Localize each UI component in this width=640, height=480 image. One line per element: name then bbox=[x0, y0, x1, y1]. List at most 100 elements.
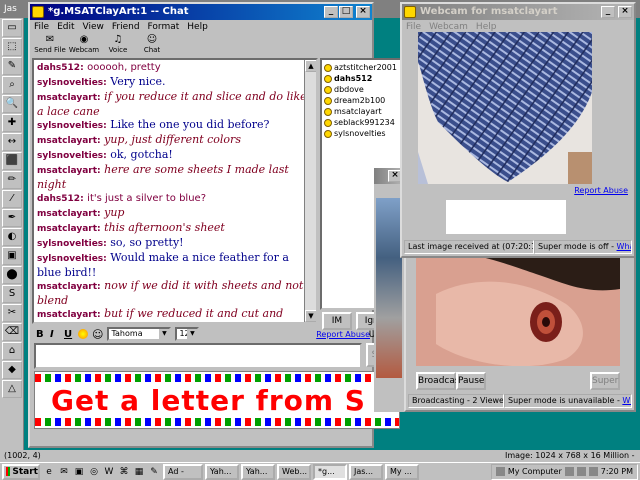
taskbar-button[interactable]: Web... bbox=[277, 463, 311, 480]
menu-item-friend[interactable]: Friend bbox=[112, 20, 140, 34]
close-button[interactable]: × bbox=[356, 6, 370, 18]
quick-launch-icon[interactable]: ✉ bbox=[57, 465, 71, 479]
messenger-icon[interactable] bbox=[588, 467, 598, 476]
quick-launch-icon[interactable]: ◎ bbox=[87, 465, 101, 479]
paint-tool-icon[interactable]: ▭ bbox=[2, 19, 22, 37]
taskbar-button[interactable]: Ad - bbox=[163, 463, 203, 480]
menu-item-view[interactable]: View bbox=[83, 20, 104, 34]
close-button[interactable]: × bbox=[618, 6, 632, 18]
paint-tool-icon[interactable]: ⌕ bbox=[2, 76, 22, 94]
paint-tool-icon[interactable]: ⌫ bbox=[2, 323, 22, 341]
paint-tool-icon[interactable]: ⌂ bbox=[2, 342, 22, 360]
user-list-item[interactable]: seblack991234 bbox=[324, 117, 398, 128]
message-input[interactable] bbox=[34, 343, 362, 369]
message-nick[interactable]: msatclayart: bbox=[37, 166, 101, 176]
message-nick[interactable]: msatclayart: bbox=[37, 224, 101, 234]
whats-this-link[interactable]: What's this? bbox=[622, 396, 631, 405]
paint-tool-icon[interactable]: ◐ bbox=[2, 228, 22, 246]
minimize-button[interactable]: _ bbox=[601, 6, 615, 18]
tray-label[interactable]: My Computer bbox=[508, 467, 562, 476]
paint-tool-icon[interactable]: ✂ bbox=[2, 304, 22, 322]
paint-tool-icon[interactable]: ✒ bbox=[2, 209, 22, 227]
underline-button[interactable]: U bbox=[64, 329, 74, 340]
user-list-item[interactable]: dream2b100 bbox=[324, 95, 398, 106]
minimize-button[interactable]: _ bbox=[324, 6, 338, 18]
taskbar-button[interactable]: Jas... bbox=[349, 463, 383, 480]
color-icon[interactable] bbox=[78, 329, 88, 339]
message-nick[interactable]: dahs512: bbox=[37, 194, 84, 204]
volume-icon[interactable] bbox=[576, 467, 586, 476]
paint-tool-icon[interactable]: S bbox=[2, 285, 22, 303]
paint-tool-icon[interactable]: 🔍 bbox=[2, 95, 22, 113]
quick-launch-icon[interactable]: ✎ bbox=[147, 465, 161, 479]
chat-transcript[interactable]: dahs512: oooooh, pretty sylsnovelties: Ve… bbox=[32, 58, 318, 324]
paint-tool-icon[interactable]: ✎ bbox=[2, 57, 22, 75]
chat-title-bar[interactable]: *g.MSATClayArt:1 -- Chat _ □ × bbox=[30, 4, 372, 20]
message-nick[interactable]: msatclayart: bbox=[37, 136, 101, 146]
italic-button[interactable]: I bbox=[50, 329, 60, 340]
font-size-select[interactable]: 12 bbox=[175, 327, 200, 341]
bold-button[interactable]: B bbox=[36, 329, 46, 340]
message-nick[interactable]: msatclayart: bbox=[37, 209, 101, 219]
message-nick[interactable]: sylsnovelties: bbox=[37, 254, 107, 264]
paint-tool-icon[interactable]: ⬛ bbox=[2, 152, 22, 170]
taskbar-button[interactable]: *g... bbox=[313, 463, 347, 480]
paint-tool-icon[interactable]: ⬤ bbox=[2, 266, 22, 284]
chat-scrollbar[interactable]: ▲ ▼ bbox=[304, 60, 316, 322]
paint-tool-icon[interactable]: ⬚ bbox=[2, 38, 22, 56]
quick-launch-icon[interactable]: ▣ bbox=[72, 465, 86, 479]
taskbar-button[interactable]: My ... bbox=[385, 463, 419, 480]
user-list-item[interactable]: dahs512 bbox=[324, 73, 398, 84]
quick-launch-icon[interactable]: W bbox=[102, 465, 116, 479]
report-abuse-link[interactable]: Report Abuse bbox=[316, 330, 370, 339]
maximize-button[interactable]: □ bbox=[339, 6, 353, 18]
user-list-item[interactable]: dbdove bbox=[324, 84, 398, 95]
chat-menu-bar: File Edit View Friend Format Help bbox=[30, 20, 372, 34]
start-button[interactable]: Start bbox=[2, 463, 40, 480]
pause-button[interactable]: Pause bbox=[456, 372, 486, 390]
message-nick[interactable]: sylsnovelties: bbox=[37, 239, 107, 249]
paint-tool-icon[interactable]: ▣ bbox=[2, 247, 22, 265]
message-nick[interactable]: msatclayart: bbox=[37, 93, 101, 103]
scroll-down-icon[interactable]: ▼ bbox=[305, 310, 316, 322]
network-icon[interactable] bbox=[564, 467, 574, 476]
toolbar-chat-button[interactable]: ☺ Chat bbox=[136, 35, 168, 57]
message-nick[interactable]: msatclayart: bbox=[37, 282, 101, 292]
super-button[interactable]: Super bbox=[590, 372, 620, 390]
quick-launch-icon[interactable]: e bbox=[42, 465, 56, 479]
menu-item-help[interactable]: Help bbox=[187, 20, 208, 34]
paint-tool-icon[interactable]: ◆ bbox=[2, 361, 22, 379]
menu-item-edit[interactable]: Edit bbox=[57, 20, 74, 34]
menu-item-format[interactable]: Format bbox=[148, 20, 180, 34]
menu-item-file[interactable]: File bbox=[34, 20, 49, 34]
message-nick[interactable]: dahs512: bbox=[37, 63, 84, 73]
toolbar-voice-button[interactable]: ♫ Voice bbox=[102, 35, 134, 57]
paint-tool-icon[interactable]: ↔ bbox=[2, 133, 22, 151]
chat-message: sylsnovelties: so, so pretty! bbox=[34, 236, 316, 251]
webcam-title-bar[interactable]: Webcam for msatclayart _ × bbox=[402, 4, 634, 20]
ad-banner[interactable]: Get a letter from S bbox=[34, 371, 400, 429]
message-nick[interactable]: sylsnovelties: bbox=[37, 78, 107, 88]
font-name-select[interactable]: Tahoma bbox=[107, 327, 172, 341]
taskbar-button[interactable]: Yah... bbox=[205, 463, 239, 480]
paint-tool-icon[interactable]: ⁄ bbox=[2, 190, 22, 208]
message-nick[interactable]: sylsnovelties: bbox=[37, 151, 107, 161]
toolbar-send-file-button[interactable]: ✉ Send File bbox=[34, 35, 66, 57]
message-nick[interactable]: sylsnovelties: bbox=[37, 121, 107, 131]
paint-tool-icon[interactable]: ✚ bbox=[2, 114, 22, 132]
scroll-up-icon[interactable]: ▲ bbox=[305, 60, 316, 72]
user-list-item[interactable]: sylsnovelties bbox=[324, 128, 398, 139]
report-abuse-link[interactable]: Report Abuse bbox=[574, 186, 628, 195]
user-list-item[interactable]: msatclayart bbox=[324, 106, 398, 117]
paint-tool-icon[interactable]: △ bbox=[2, 380, 22, 398]
user-list-item[interactable]: aztstitcher2001 bbox=[324, 62, 398, 73]
whats-this-link[interactable]: What's this? bbox=[617, 242, 631, 251]
toolbar-webcam-button[interactable]: ◉ Webcam bbox=[68, 35, 100, 57]
message-nick[interactable]: msatclayart: bbox=[37, 310, 101, 320]
paint-tool-icon[interactable]: ✏ bbox=[2, 171, 22, 189]
quick-launch-icon[interactable]: ▦ bbox=[132, 465, 146, 479]
quick-launch-icon[interactable]: ⌘ bbox=[117, 465, 131, 479]
broadcast-button[interactable]: Broadcast bbox=[416, 372, 463, 390]
taskbar-button[interactable]: Yah... bbox=[241, 463, 275, 480]
smiley-icon[interactable]: ☺ bbox=[92, 328, 103, 341]
